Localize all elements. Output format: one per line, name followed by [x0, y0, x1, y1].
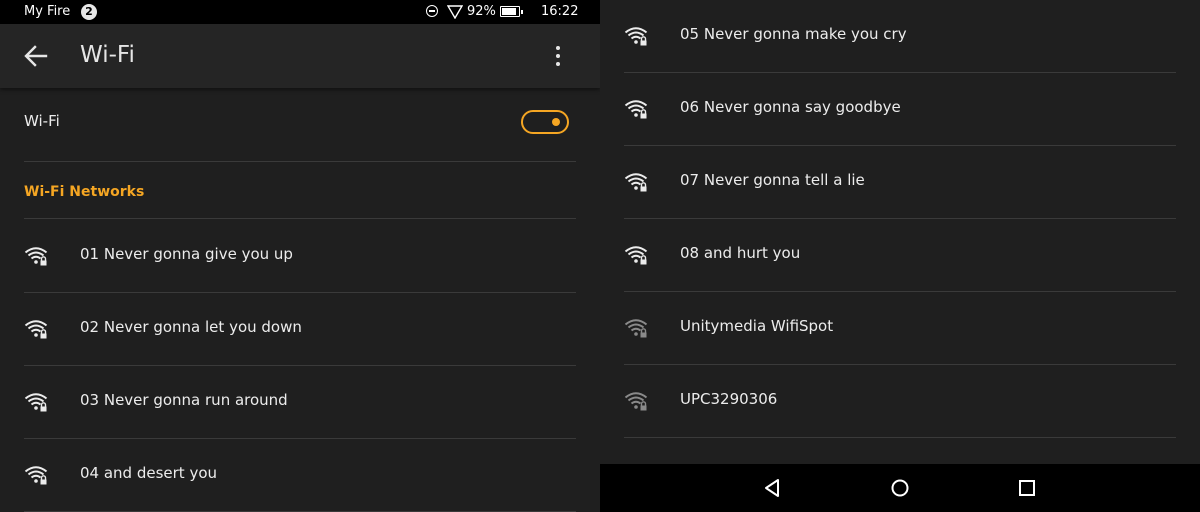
network-row[interactable]: 06 Never gonna say goodbye: [624, 72, 1176, 146]
app-bar: Wi-Fi: [0, 24, 600, 88]
do-not-disturb-icon: [426, 5, 438, 17]
back-button[interactable]: [20, 42, 52, 70]
wifi-lock-icon: [624, 392, 648, 411]
signal-icon: [447, 5, 463, 19]
toggle-knob: [552, 118, 560, 126]
right-pane: 05 Never gonna make you cry 06 Never gonn…: [600, 0, 1200, 512]
network-row[interactable]: 05 Never gonna make you cry: [624, 0, 1176, 73]
nav-recents-button[interactable]: [1015, 476, 1039, 500]
wifi-lock-icon: [624, 246, 648, 265]
network-name: Unitymedia WifiSpot: [680, 317, 834, 335]
wifi-lock-icon: [624, 173, 648, 192]
notification-badge: 2: [81, 4, 97, 20]
network-name: 01 Never gonna give you up: [80, 245, 293, 263]
page-title: Wi-Fi: [80, 42, 135, 68]
wifi-lock-icon: [24, 466, 48, 485]
home-circle-icon: [891, 479, 909, 497]
wifi-lock-icon: [24, 247, 48, 266]
network-name: 06 Never gonna say goodbye: [680, 98, 901, 116]
network-name: 04 and desert you: [80, 464, 218, 482]
nav-back-button[interactable]: [760, 476, 784, 500]
recents-square-icon: [1019, 480, 1035, 496]
network-row[interactable]: 04 and desert you: [24, 438, 576, 512]
wifi-lock-icon: [624, 100, 648, 119]
clock: 16:22: [541, 4, 579, 19]
network-row[interactable]: 07 Never gonna tell a lie: [624, 145, 1176, 219]
battery-percent: 92%: [467, 4, 496, 19]
wifi-toggle-label: Wi-Fi: [24, 112, 60, 130]
network-name: 02 Never gonna let you down: [80, 318, 302, 336]
wifi-lock-icon: [624, 27, 648, 46]
network-name: 07 Never gonna tell a lie: [680, 171, 865, 189]
network-name: UPC3290306: [680, 390, 778, 408]
network-row[interactable]: 01 Never gonna give you up: [24, 219, 576, 293]
wifi-toggle-row[interactable]: Wi-Fi: [24, 88, 576, 162]
network-name: 03 Never gonna run around: [80, 391, 288, 409]
carrier-label: My Fire: [24, 4, 71, 19]
wifi-lock-icon: [24, 320, 48, 339]
overflow-menu-icon: [556, 46, 560, 50]
network-row[interactable]: 08 and hurt you: [624, 218, 1176, 292]
status-bar: My Fire 2 92% 16:22: [0, 0, 600, 24]
nav-home-button[interactable]: [888, 476, 912, 500]
overflow-menu-button[interactable]: [546, 42, 570, 70]
wifi-lock-icon: [24, 393, 48, 412]
network-name: 08 and hurt you: [680, 244, 801, 262]
network-row[interactable]: UPC3290306: [624, 364, 1176, 438]
network-name: 05 Never gonna make you cry: [680, 25, 907, 43]
wifi-toggle-switch[interactable]: [521, 110, 569, 134]
network-row[interactable]: 03 Never gonna run around: [24, 365, 576, 439]
section-header: Wi-Fi Networks: [24, 184, 145, 200]
network-row[interactable]: 02 Never gonna let you down: [24, 292, 576, 366]
network-row[interactable]: Unitymedia WifiSpot: [624, 291, 1176, 365]
back-triangle-icon: [765, 479, 779, 497]
nav-bar: [600, 464, 1200, 512]
wifi-lock-icon: [624, 319, 648, 338]
battery-icon: [500, 6, 523, 17]
left-pane: My Fire 2 92% 16:22 Wi-Fi Wi-Fi Wi-Fi Ne…: [0, 0, 600, 512]
arrow-left-icon: [24, 45, 48, 67]
